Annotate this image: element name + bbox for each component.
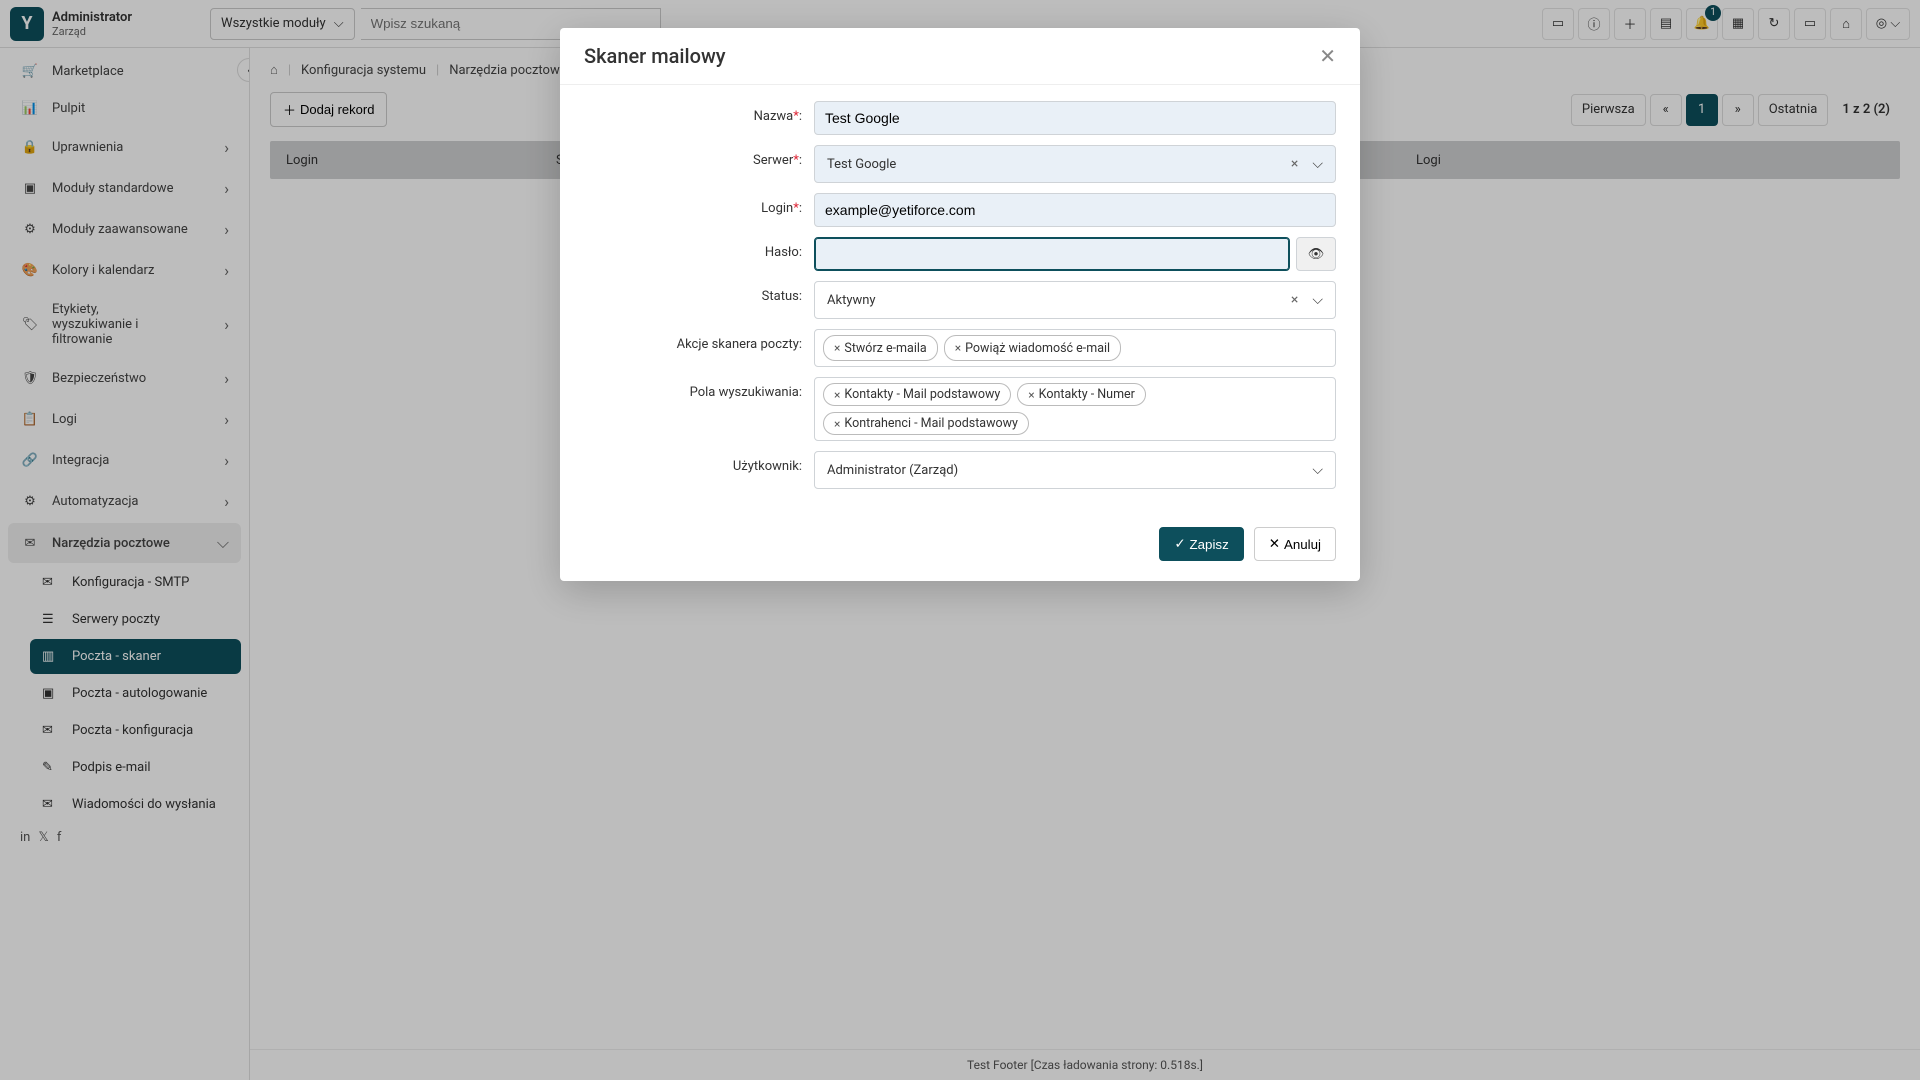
label-user: Użytkownik:	[584, 451, 814, 474]
save-button[interactable]: ✓ Zapisz	[1159, 527, 1243, 561]
toggle-password-button[interactable]: 👁	[1296, 237, 1336, 271]
user-select-value: Administrator (Zarząd)	[823, 461, 1302, 480]
tag-remove-icon[interactable]: ×	[834, 417, 840, 431]
close-icon: ✕	[1269, 536, 1280, 552]
server-select-value: Test Google	[823, 155, 1281, 174]
status-select[interactable]: Aktywny × ⌵	[814, 281, 1336, 319]
save-label: Zapisz	[1190, 537, 1229, 552]
clear-icon[interactable]: ×	[1287, 292, 1302, 308]
tag-item[interactable]: ×Kontakty - Numer	[1017, 383, 1146, 406]
tag-item[interactable]: ×Stwórz e-maila	[823, 335, 938, 361]
tag-item[interactable]: ×Powiąż wiadomość e-mail	[944, 335, 1121, 361]
status-select-value: Aktywny	[823, 291, 1281, 310]
label-server: Serwer*:	[584, 145, 814, 168]
user-select[interactable]: Administrator (Zarząd) ⌵	[814, 451, 1336, 489]
login-field[interactable]	[814, 193, 1336, 227]
password-field[interactable]	[814, 237, 1290, 271]
tag-item[interactable]: ×Kontakty - Mail podstawowy	[823, 383, 1011, 406]
modal-title: Skaner mailowy	[584, 44, 726, 68]
modal: Skaner mailowy ✕ Nazwa*: Serwer*: Test G…	[560, 28, 1360, 581]
search-fields-select[interactable]: ×Kontakty - Mail podstawowy ×Kontakty - …	[814, 377, 1336, 441]
check-icon: ✓	[1174, 536, 1185, 552]
chevron-down-icon[interactable]: ⌵	[1308, 462, 1327, 478]
label-name: Nazwa*:	[584, 101, 814, 124]
label-status: Status:	[584, 281, 814, 304]
tag-remove-icon[interactable]: ×	[834, 341, 840, 355]
cancel-button[interactable]: ✕ Anuluj	[1254, 527, 1336, 561]
tag-remove-icon[interactable]: ×	[1028, 388, 1034, 402]
name-field[interactable]	[814, 101, 1336, 135]
label-login: Login*:	[584, 193, 814, 216]
label-search-fields: Pola wyszukiwania:	[584, 377, 814, 400]
label-actions: Akcje skanera poczty:	[584, 329, 814, 352]
chevron-down-icon[interactable]: ⌵	[1308, 156, 1327, 172]
tag-remove-icon[interactable]: ×	[955, 341, 961, 355]
close-icon[interactable]: ✕	[1319, 44, 1336, 68]
label-password: Hasło:	[584, 237, 814, 260]
tag-item[interactable]: ×Kontrahenci - Mail podstawowy	[823, 412, 1029, 435]
tag-remove-icon[interactable]: ×	[834, 388, 840, 402]
modal-overlay[interactable]: Skaner mailowy ✕ Nazwa*: Serwer*: Test G…	[0, 0, 1920, 1080]
eye-icon: 👁	[1308, 247, 1325, 262]
server-select[interactable]: Test Google × ⌵	[814, 145, 1336, 183]
cancel-label: Anuluj	[1284, 537, 1321, 552]
clear-icon[interactable]: ×	[1287, 156, 1302, 172]
scanner-actions-select[interactable]: ×Stwórz e-maila ×Powiąż wiadomość e-mail	[814, 329, 1336, 367]
chevron-down-icon[interactable]: ⌵	[1308, 292, 1327, 308]
